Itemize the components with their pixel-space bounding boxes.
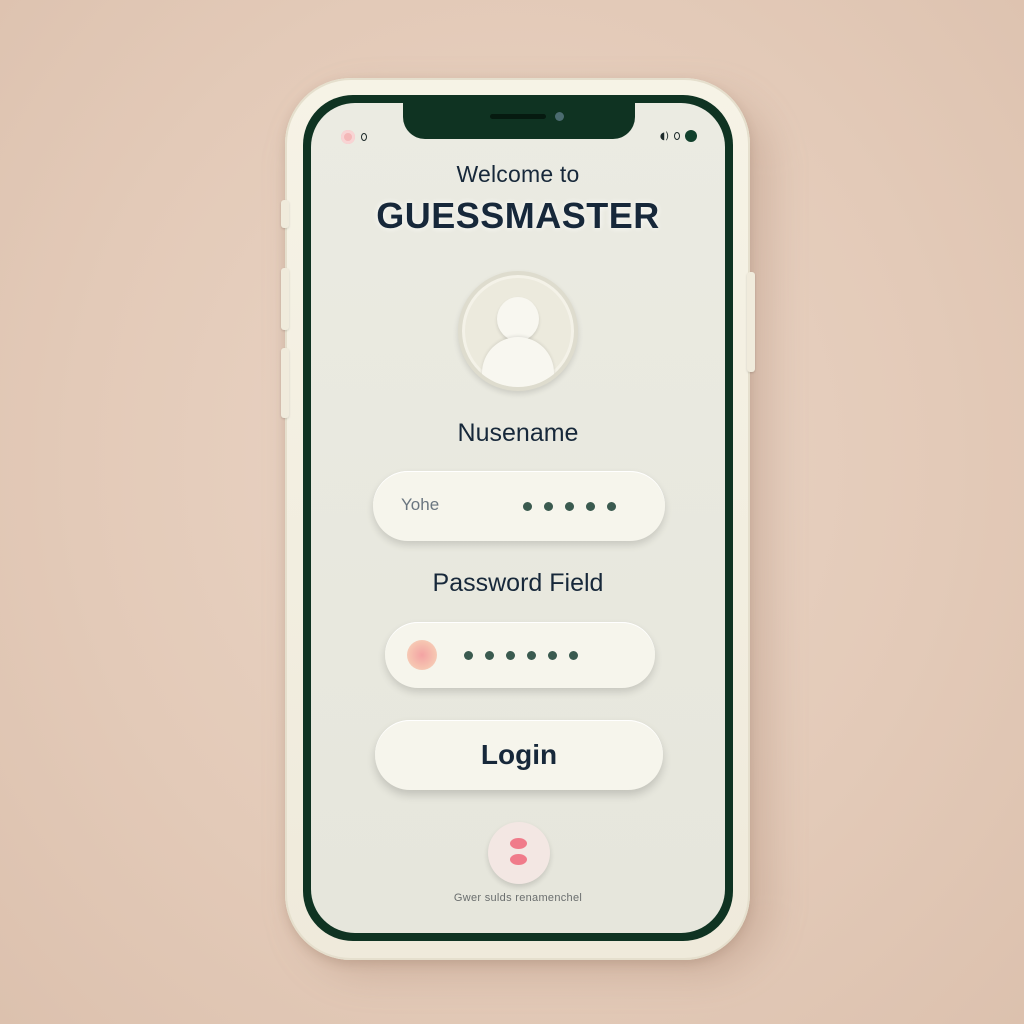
app-title: GUESSMASTER xyxy=(376,195,660,236)
mask-dot xyxy=(506,651,515,660)
password-label: Password Field xyxy=(432,569,604,597)
username-label: Nusename xyxy=(457,419,579,447)
volume-down-button xyxy=(281,348,289,418)
notch xyxy=(403,103,635,139)
speaker-grille xyxy=(490,114,546,119)
mask-dot xyxy=(464,651,473,660)
status-bar-left xyxy=(341,130,367,144)
username-masked-dots xyxy=(523,502,616,511)
password-input[interactable] xyxy=(385,622,655,688)
avatar-body xyxy=(482,337,554,387)
avatar-head xyxy=(497,297,539,341)
mask-dot xyxy=(569,651,578,660)
login-button[interactable]: Login xyxy=(375,720,663,790)
battery-icon xyxy=(685,130,697,142)
welcome-text: Welcome to xyxy=(456,161,580,187)
mask-dot xyxy=(527,651,536,660)
emoji-mark-top xyxy=(510,838,527,849)
emoji-mark-bottom xyxy=(510,854,527,865)
camera-icon xyxy=(555,112,564,121)
power-button xyxy=(747,272,755,372)
user-avatar-icon[interactable] xyxy=(458,271,578,391)
mask-dot xyxy=(607,502,616,511)
key-icon xyxy=(407,640,437,670)
username-value: Yohe xyxy=(401,495,440,514)
signal-icon: ◖) xyxy=(659,130,669,142)
ring-icon xyxy=(361,133,367,141)
mute-switch xyxy=(281,200,289,228)
status-bar-right: ◖) xyxy=(660,130,697,142)
app-screen: ◖) Welcome to GUESSMASTER Nusename Yohe … xyxy=(311,103,725,933)
mask-dot xyxy=(523,502,532,511)
wifi-icon xyxy=(674,132,680,140)
mask-dot xyxy=(565,502,574,511)
mask-dot xyxy=(544,502,553,511)
password-masked-dots xyxy=(464,651,578,660)
mask-dot xyxy=(548,651,557,660)
emoji-icon[interactable] xyxy=(488,822,550,884)
mask-dot xyxy=(586,502,595,511)
username-input[interactable]: Yohe xyxy=(373,471,665,541)
volume-up-button xyxy=(281,268,289,330)
footer-text: Gwer sulds renamenchel xyxy=(453,892,583,904)
record-icon xyxy=(341,130,355,144)
mask-dot xyxy=(485,651,494,660)
